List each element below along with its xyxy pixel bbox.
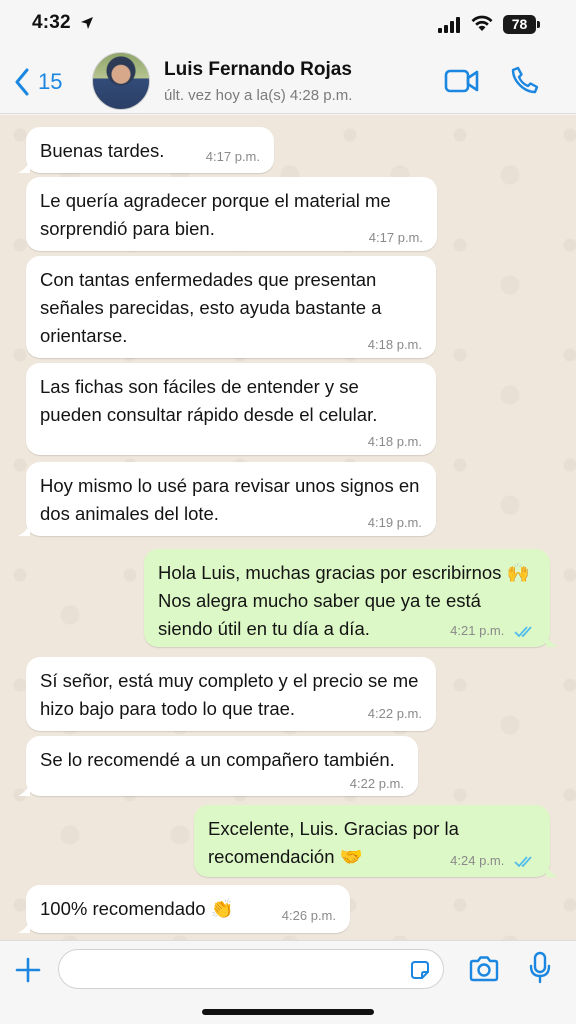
- message-incoming[interactable]: Se lo recomendé a un compañero también. …: [18, 736, 418, 796]
- message-text: Le quería agradecer porque el material m…: [40, 190, 391, 239]
- message-time: 4:24 p.m.: [450, 854, 536, 868]
- bubble-tail: [18, 161, 30, 173]
- chat-header: 15 Luis Fernando Rojas últ. vez hoy a la…: [0, 50, 576, 114]
- video-camera-icon[interactable]: [444, 68, 480, 94]
- message-text: Las fichas son fáciles de entender y se …: [40, 376, 378, 425]
- location-arrow-icon: [81, 17, 93, 29]
- message-time: 4:19 p.m.: [367, 515, 422, 530]
- message-text: Excelente, Luis. Gracias por la recomend…: [208, 818, 459, 867]
- message-text: Sí señor, está muy completo y el precio …: [40, 670, 419, 719]
- message-time: 4:17 p.m.: [368, 230, 423, 245]
- message-time-label: 4:24 p.m.: [450, 853, 505, 868]
- message-incoming[interactable]: Le quería agradecer porque el material m…: [26, 177, 437, 251]
- message-text: Buenas tardes.: [40, 140, 165, 161]
- message-incoming[interactable]: Las fichas son fáciles de entender y se …: [26, 363, 436, 455]
- back-button[interactable]: 15: [14, 66, 62, 98]
- contact-last-seen: últ. vez hoy a la(s) 4:28 p.m.: [164, 87, 353, 104]
- message-text: 100% recomendado 👏: [40, 898, 234, 919]
- microphone-icon[interactable]: [528, 951, 552, 985]
- sticker-icon[interactable]: [409, 959, 431, 981]
- battery-indicator: 78: [503, 15, 536, 34]
- bubble-tail: [18, 784, 30, 796]
- status-time: 4:32: [32, 12, 71, 33]
- plus-icon[interactable]: [14, 956, 42, 984]
- message-input[interactable]: [73, 950, 403, 988]
- unread-count: 15: [38, 69, 63, 94]
- message-outgoing[interactable]: Excelente, Luis. Gracias por la recomend…: [194, 805, 558, 877]
- bubble-tail: [18, 921, 30, 933]
- chevron-left-icon: [15, 68, 29, 96]
- cellular-signal-icon: [438, 17, 460, 33]
- camera-icon[interactable]: [468, 955, 500, 983]
- home-indicator[interactable]: [202, 1009, 374, 1015]
- wifi-icon: [471, 15, 493, 31]
- bubble-tail: [546, 865, 558, 877]
- message-incoming[interactable]: 100% recomendado 👏 4:26 p.m.: [18, 885, 350, 933]
- read-ticks-icon: [514, 855, 532, 867]
- contact-name[interactable]: Luis Fernando Rojas: [164, 59, 352, 81]
- bubble-tail: [546, 635, 558, 647]
- read-ticks-icon: [514, 625, 532, 637]
- message-incoming[interactable]: Sí señor, está muy completo y el precio …: [26, 657, 436, 731]
- message-incoming[interactable]: Con tantas enfermedades que presentan se…: [26, 256, 436, 358]
- message-time: 4:18 p.m.: [367, 434, 422, 449]
- avatar[interactable]: [92, 52, 150, 110]
- message-time-label: 4:21 p.m.: [450, 623, 505, 638]
- message-incoming[interactable]: Hoy mismo lo usé para revisar unos signo…: [18, 462, 436, 536]
- message-input-field[interactable]: [58, 949, 444, 989]
- message-text: Se lo recomendé a un compañero también.: [40, 749, 395, 770]
- phone-icon[interactable]: [510, 65, 540, 95]
- message-time: 4:17 p.m.: [205, 149, 260, 164]
- chat-area[interactable]: Buenas tardes. 4:17 p.m. Le quería agrad…: [0, 115, 576, 940]
- message-outgoing[interactable]: Hola Luis, muchas gracias por escribirno…: [144, 549, 558, 647]
- status-bar: 4:32 78: [0, 0, 576, 50]
- message-incoming[interactable]: Buenas tardes. 4:17 p.m.: [18, 127, 274, 173]
- message-time: 4:22 p.m.: [367, 706, 422, 721]
- message-text: Con tantas enfermedades que presentan se…: [40, 269, 382, 346]
- battery-tip: [537, 21, 540, 28]
- message-time: 4:21 p.m.: [450, 624, 536, 638]
- message-time: 4:22 p.m.: [349, 776, 404, 791]
- message-text: Hoy mismo lo usé para revisar unos signo…: [40, 475, 420, 524]
- bubble-tail: [18, 524, 30, 536]
- message-time: 4:26 p.m.: [281, 908, 336, 923]
- message-time: 4:18 p.m.: [367, 337, 422, 352]
